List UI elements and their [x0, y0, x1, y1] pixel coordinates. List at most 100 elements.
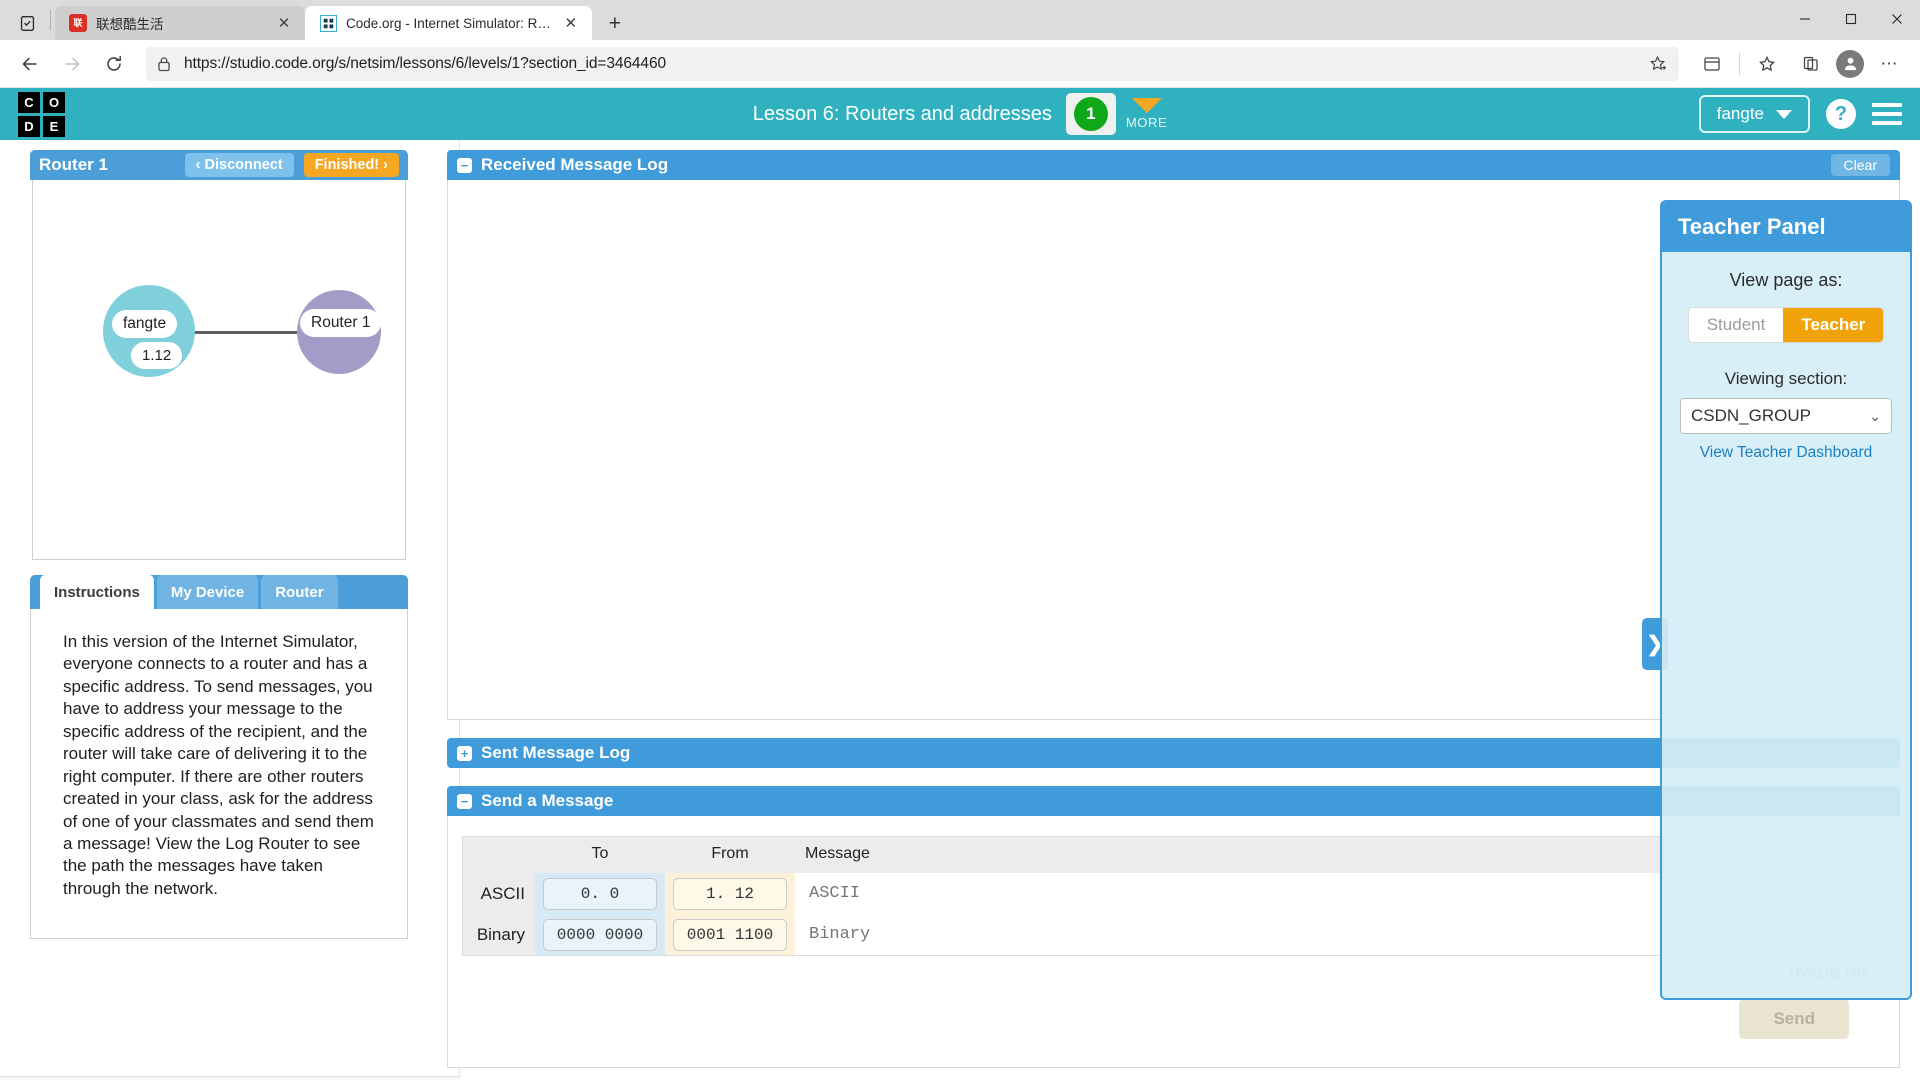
- more-menu-button[interactable]: MORE: [1126, 98, 1167, 130]
- browser-tab-2[interactable]: Code.org - Internet Simulator: R… ✕: [305, 6, 592, 40]
- from-binary-input[interactable]: 0001 1100: [673, 918, 787, 951]
- user-menu-button[interactable]: fangte: [1698, 95, 1810, 133]
- left-panel-tabs: Instructions My Device Router: [30, 575, 408, 609]
- to-binary-input[interactable]: 0000 0000: [543, 918, 657, 951]
- disconnect-button[interactable]: ‹ Disconnect: [184, 153, 294, 177]
- browser-chrome: 联 联想酷生活 ✕ Code.org - Internet Simulator:…: [0, 0, 1920, 88]
- network-diagram[interactable]: fangte 1.12 Router 1: [32, 180, 406, 560]
- to-ascii-cell: 0. 0: [535, 873, 665, 914]
- teacher-panel-title: Teacher Panel: [1678, 214, 1826, 239]
- from-ascii-cell: 1. 12: [665, 873, 795, 914]
- device-header: Router 1 ‹ Disconnect Finished! ›: [30, 150, 408, 180]
- browser-tab-2-close-icon[interactable]: ✕: [560, 12, 582, 34]
- to-ascii-input[interactable]: 0. 0: [543, 877, 657, 910]
- received-log-title: Received Message Log: [481, 155, 669, 174]
- network-link: [193, 331, 303, 334]
- row-label-binary: Binary: [476, 924, 525, 944]
- client-node-address: 1.12: [130, 341, 184, 370]
- hamburger-menu-icon[interactable]: [1872, 103, 1902, 125]
- column-header-from: From: [711, 845, 749, 862]
- section-select[interactable]: CSDN_GROUP ⌄: [1680, 398, 1892, 434]
- header-right-controls: fangte ?: [1698, 95, 1902, 133]
- received-log-header[interactable]: − Received Message Log Clear: [447, 150, 1900, 180]
- back-icon[interactable]: [12, 46, 48, 82]
- footer-bar: ©: [0, 1076, 460, 1080]
- forward-icon[interactable]: [54, 46, 90, 82]
- browser-tab-1-title: 联想酷生活: [96, 17, 164, 32]
- address-bar-url: https://studio.code.org/s/netsim/lessons…: [184, 54, 666, 72]
- browser-menu-icon[interactable]: ⋯: [1870, 46, 1908, 82]
- more-label: MORE: [1125, 115, 1168, 130]
- expand-plus-icon[interactable]: +: [457, 745, 472, 761]
- left-panel: Router 1 ‹ Disconnect Finished! › fangte…: [30, 150, 408, 939]
- address-bar[interactable]: https://studio.code.org/s/netsim/lessons…: [146, 46, 1679, 81]
- collapse-minus-icon[interactable]: −: [457, 157, 472, 173]
- sent-log-title: Sent Message Log: [481, 743, 631, 762]
- clear-received-log-button[interactable]: Clear: [1830, 154, 1890, 176]
- bookmark-star-icon[interactable]: [1643, 55, 1671, 72]
- view-as-student-option[interactable]: Student: [1688, 308, 1784, 342]
- help-icon[interactable]: ?: [1826, 99, 1856, 129]
- lesson-progress-area: Lesson 6: Routers and addresses 1 MORE: [0, 88, 1920, 140]
- collections-icon[interactable]: [1693, 46, 1731, 82]
- send-button[interactable]: Send: [1739, 999, 1849, 1039]
- tab-strip: 联 联想酷生活 ✕ Code.org - Internet Simulator:…: [0, 0, 1920, 40]
- viewing-section-label: Viewing section:: [1724, 369, 1848, 388]
- finished-button[interactable]: Finished! ›: [303, 153, 399, 177]
- logo-letter-d: D: [18, 115, 40, 137]
- send-message-title: Send a Message: [481, 791, 614, 810]
- from-binary-cell: 0001 1100: [665, 914, 795, 955]
- window-minimize-button[interactable]: [1782, 0, 1828, 38]
- logo-letter-e: E: [43, 115, 65, 137]
- tab-my-device[interactable]: My Device: [156, 575, 259, 609]
- teacher-panel-body: View page as: Student Teacher Viewing se…: [1662, 252, 1910, 462]
- codeorg-icon: [319, 14, 337, 32]
- view-page-as-label: View page as:: [1729, 270, 1843, 290]
- app-header: C O D E Lesson 6: Routers and addresses …: [0, 88, 1920, 140]
- tab-router[interactable]: Router: [261, 575, 338, 609]
- instructions-panel: In this version of the Internet Simulato…: [30, 609, 408, 939]
- profile-avatar[interactable]: [1836, 49, 1864, 78]
- chevron-down-icon: [1131, 98, 1162, 113]
- client-node-label: fangte: [112, 310, 178, 338]
- favorites-icon[interactable]: [1748, 46, 1786, 82]
- workspace: Router 1 ‹ Disconnect Finished! › fangte…: [0, 140, 1920, 1080]
- lock-icon: [154, 56, 174, 72]
- section-select-value: CSDN_GROUP: [1691, 406, 1811, 425]
- browser-toolbar: https://studio.code.org/s/netsim/lessons…: [0, 40, 1920, 88]
- tab-search-icon[interactable]: [8, 6, 46, 40]
- window-maximize-button[interactable]: [1828, 0, 1874, 38]
- browser-tab-1[interactable]: 联 联想酷生活 ✕: [55, 6, 305, 40]
- user-menu-label: fangte: [1716, 104, 1764, 123]
- instructions-text: In this version of the Internet Simulato…: [63, 632, 374, 898]
- level-bubble-1[interactable]: 1: [1073, 97, 1108, 131]
- toolbar-divider: [1739, 52, 1740, 75]
- window-controls: [1782, 0, 1920, 40]
- window-close-button[interactable]: [1874, 0, 1920, 38]
- view-as-teacher-option[interactable]: Teacher: [1783, 308, 1884, 342]
- teacher-panel: Teacher Panel View page as: Student Teac…: [1660, 200, 1912, 1000]
- tab-instructions[interactable]: Instructions: [40, 575, 154, 609]
- collapse-minus-icon[interactable]: −: [457, 793, 472, 809]
- to-binary-cell: 0000 0000: [535, 914, 665, 955]
- device-name: Router 1: [39, 155, 108, 174]
- column-header-to: To: [591, 845, 609, 862]
- browser-tab-2-title: Code.org - Internet Simulator: R…: [346, 15, 551, 31]
- chevron-down-icon: ⌄: [1869, 407, 1881, 424]
- row-label-ascii: ASCII: [480, 883, 525, 903]
- from-ascii-input[interactable]: 1. 12: [673, 877, 787, 910]
- teacher-panel-header: Teacher Panel: [1662, 202, 1910, 252]
- codeorg-logo[interactable]: C O D E: [18, 91, 65, 137]
- lesson-title: Lesson 6: Routers and addresses: [752, 102, 1052, 125]
- chevron-down-icon: [1776, 109, 1792, 119]
- browser-tab-1-close-icon[interactable]: ✕: [273, 12, 295, 34]
- column-header-blank: [463, 837, 535, 873]
- logo-letter-c: C: [18, 91, 40, 113]
- tab-strip-divider: [50, 10, 51, 30]
- level-progress-pill[interactable]: 1: [1065, 93, 1116, 135]
- collections-panel-icon[interactable]: [1792, 46, 1830, 82]
- router-node-label: Router 1: [300, 309, 382, 337]
- teacher-dashboard-link[interactable]: View Teacher Dashboard: [1680, 444, 1892, 462]
- new-tab-button[interactable]: +: [598, 8, 632, 40]
- reload-icon[interactable]: [96, 46, 132, 82]
